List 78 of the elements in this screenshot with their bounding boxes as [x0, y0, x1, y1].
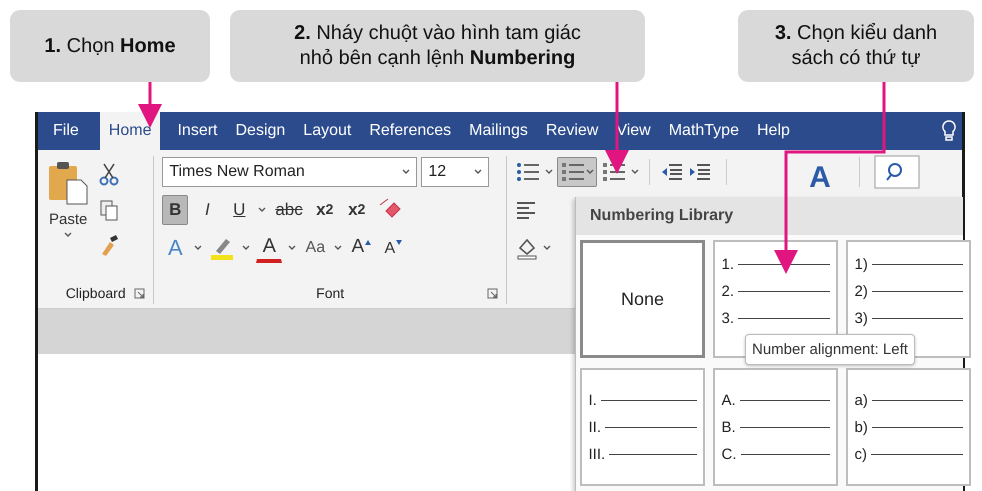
caret-icon[interactable]: [631, 169, 640, 175]
bullets-icon[interactable]: [515, 160, 542, 184]
list-marker: a): [854, 392, 868, 408]
list-marker: A.: [722, 392, 736, 408]
lightbulb-icon[interactable]: [940, 119, 958, 143]
ribbon-tab[interactable]: MathType: [660, 112, 748, 150]
caret-icon[interactable]: [258, 207, 266, 213]
change-case-button[interactable]: Aa: [302, 233, 328, 263]
numbering-option[interactable]: I. II. III.: [580, 368, 705, 486]
increase-indent-icon[interactable]: [688, 161, 712, 183]
caret-icon[interactable]: [402, 169, 410, 175]
search-icon[interactable]: [874, 155, 920, 189]
list-marker: 3): [854, 310, 868, 327]
triangle-icon: [365, 240, 372, 245]
italic-button[interactable]: I: [194, 195, 220, 225]
list-marker: II.: [588, 418, 602, 436]
numbering-option[interactable]: a) b) c): [846, 368, 971, 486]
ribbon-tab[interactable]: Home: [100, 112, 160, 150]
grow-font-button[interactable]: A: [348, 233, 374, 263]
ribbon-tab[interactable]: Help: [748, 112, 799, 150]
list-marker: 2): [854, 283, 868, 300]
list-marker: b): [854, 418, 868, 436]
bold-button[interactable]: B: [162, 195, 188, 225]
strikethrough-button[interactable]: abc: [272, 195, 306, 225]
font-name-field[interactable]: Times New Roman: [162, 157, 418, 187]
ribbon-tab[interactable]: Layout: [294, 112, 360, 150]
caret-icon[interactable]: [242, 245, 250, 251]
align-left-icon[interactable]: [515, 199, 538, 221]
caret-icon[interactable]: [474, 169, 482, 175]
list-marker: 1.: [722, 256, 734, 273]
triangle-icon: [396, 240, 402, 245]
ribbon-tab[interactable]: File: [44, 112, 88, 150]
ribbon-tab[interactable]: View: [607, 112, 660, 150]
ribbon-tab[interactable]: Review: [536, 112, 608, 150]
ribbon-tab[interactable]: Mailings: [460, 112, 537, 150]
ribbon-tab[interactable]: Insert: [168, 112, 226, 150]
caret-icon[interactable]: [334, 245, 342, 251]
list-marker: B.: [722, 418, 736, 436]
ribbon-tab[interactable]: Design: [226, 112, 294, 150]
paste-icon[interactable]: [47, 160, 90, 206]
list-marker: III.: [588, 446, 606, 462]
paste-button[interactable]: Paste: [46, 208, 90, 230]
launcher-icon[interactable]: [134, 288, 146, 298]
list-marker: I.: [588, 392, 597, 408]
copy-icon[interactable]: [98, 198, 120, 222]
numbering-option[interactable]: A. B. C.: [713, 368, 838, 486]
caret-icon[interactable]: [543, 245, 552, 251]
list-marker: 3.: [722, 310, 734, 327]
launcher-icon[interactable]: [487, 288, 498, 298]
scissors-icon[interactable]: [98, 162, 120, 186]
styles-button[interactable]: A: [785, 163, 856, 193]
caret-icon[interactable]: [288, 245, 296, 251]
numbering-option[interactable]: None: [580, 240, 705, 358]
tooltip: Number alignment: Left: [745, 334, 915, 365]
caret-icon[interactable]: [586, 169, 594, 175]
callout-note: 2. Nháy chuột vào hình tam giác nhỏ bên cạnh lệnh Numbering: [230, 10, 645, 82]
multilevel-list-icon[interactable]: [601, 160, 628, 184]
list-marker: 1): [854, 256, 868, 273]
shading-icon[interactable]: [515, 236, 540, 260]
caret-icon[interactable]: [194, 245, 202, 251]
numbering-icon[interactable]: [560, 160, 586, 184]
list-marker: C.: [722, 446, 736, 462]
dropdown-title: Numbering Library: [590, 207, 734, 225]
font-size-field[interactable]: 12: [421, 157, 490, 187]
caret-icon[interactable]: [64, 232, 72, 238]
underline-button[interactable]: U: [226, 195, 252, 225]
font-color-button[interactable]: A: [256, 233, 282, 263]
caret-icon[interactable]: [545, 169, 554, 175]
list-marker: c): [854, 446, 867, 462]
decrease-indent-icon[interactable]: [660, 161, 684, 183]
shrink-font-button[interactable]: A: [380, 233, 406, 263]
callout-note: 1. Chọn Home: [10, 10, 210, 82]
ribbon-tab[interactable]: References: [360, 112, 460, 150]
group-label: Clipboard: [66, 285, 126, 301]
list-marker: 2.: [722, 283, 734, 300]
group-label: Font: [316, 285, 344, 301]
numbering-button[interactable]: [557, 157, 598, 187]
callout-note: 3. Chọn kiểu danh sách có thứ tự: [738, 10, 974, 82]
